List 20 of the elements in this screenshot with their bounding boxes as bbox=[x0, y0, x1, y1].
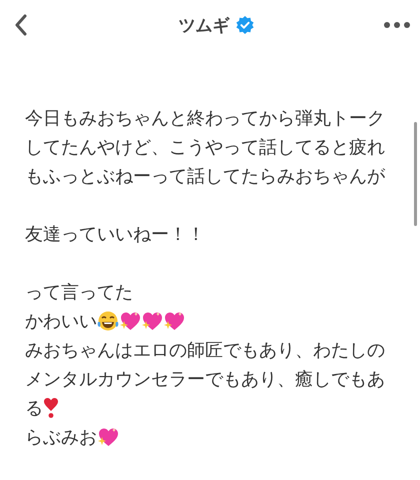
more-icon[interactable] bbox=[384, 22, 410, 28]
profile-name: ツムギ bbox=[178, 14, 230, 36]
post-text: 今日もみおちゃんと終わってから弾丸トーク bbox=[25, 106, 385, 130]
laughing-emoji-icon bbox=[97, 310, 119, 332]
post-text: 友達っていいねー！！ bbox=[25, 222, 205, 246]
sparkling-heart-icon bbox=[141, 310, 163, 332]
post-text: メンタルカウンセラーでもあり、癒しでもあ bbox=[25, 368, 385, 390]
sparkling-heart-icon bbox=[119, 310, 141, 332]
scrollbar[interactable] bbox=[414, 122, 417, 226]
post-text: らぶみお bbox=[25, 426, 97, 448]
exclamation-heart-icon bbox=[43, 396, 59, 418]
post-text: みおちゃんはエロの師匠でもあり、わたしの bbox=[25, 338, 385, 362]
post-text: る bbox=[25, 396, 43, 420]
post-text: もふっとぶねーって話してたらみおちゃんが bbox=[25, 164, 385, 188]
back-icon[interactable] bbox=[14, 14, 28, 36]
post-text: かわいい bbox=[25, 310, 97, 332]
sparkling-heart-icon bbox=[163, 310, 185, 332]
post-text: って言ってた bbox=[25, 280, 133, 304]
post-text: してたんやけど、こうやって話してると疲れ bbox=[25, 136, 385, 158]
sparkling-heart-icon bbox=[97, 426, 119, 448]
